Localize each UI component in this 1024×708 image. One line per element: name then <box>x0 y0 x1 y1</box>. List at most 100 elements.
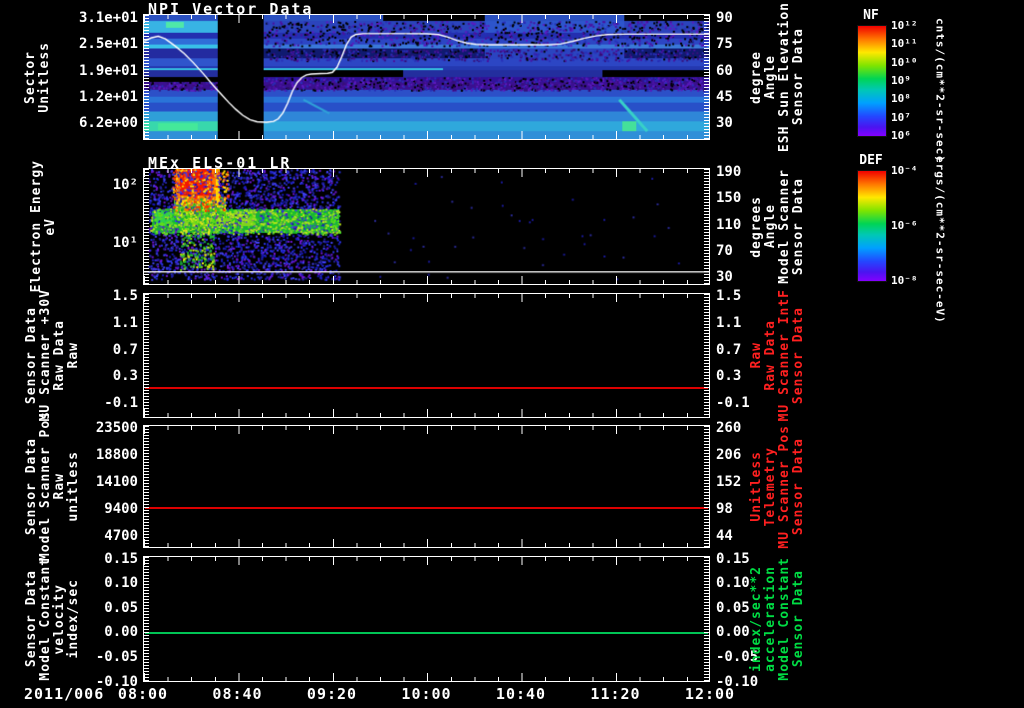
panel-5-right-ylabel-line: acceleration <box>763 566 778 672</box>
panel-2-ylabel-line: eV <box>43 217 58 236</box>
panel-5-content <box>144 557 709 681</box>
panel-4-left-axis-ticks <box>144 426 149 547</box>
panel-3-ylabel-line: MU Scanner +30V <box>38 289 53 422</box>
panel-4-bottom-ticks <box>144 543 709 547</box>
panel-1-ytick-label: 1.2e+01 <box>78 89 138 106</box>
time-tick-label: 10:40 <box>495 685 547 703</box>
panel-3-left-axis-ticks <box>144 294 149 417</box>
panel-4-plot-area <box>143 425 710 548</box>
nf-colorbar-tick: 10¹¹ <box>891 37 918 51</box>
panel-1-right-ylabel: Sensor Data ESH Sun Elevation Angle degree <box>747 2 809 152</box>
panel-4-right-ylabel-line: Sensor Data <box>791 437 806 536</box>
panel-5-ylabel-line: Sensor Data <box>24 570 39 668</box>
time-tick-label: 11:20 <box>590 685 641 703</box>
panel-2-right-ylabel-line: Angle <box>763 204 778 249</box>
panel-2-spectrogram <box>144 169 709 284</box>
def-colorbar-units-text: ergs/(cm**2-sr-sec-eV) <box>933 156 947 324</box>
def-colorbar-tick: 10⁻⁸ <box>891 274 918 287</box>
panel-5-right-ylabel: Sensor Data Model Constant acceleration ind… <box>747 556 809 682</box>
panel-1-ytick-label: 6.2e+00 <box>78 114 138 131</box>
panel-1-right-ylabel-line: ESH Sun Elevation <box>777 1 792 153</box>
panel-3-top-ticks <box>144 294 709 302</box>
panel-4-right-ylabel-line: MU Scanner Pos <box>777 424 792 549</box>
time-tick-label: 12:00 <box>684 685 736 703</box>
panel-4-right-axis-ticks <box>704 426 709 547</box>
plot-tool-screen: NPI Vector Data 3.1e+01 2.5e+01 1.9e+01 1.2e… <box>0 0 1024 708</box>
panel-3-right-ylabel-line: Raw Data <box>763 320 778 391</box>
panel-4-data-line <box>145 507 708 509</box>
def-colorbar-name: DEF <box>859 153 883 168</box>
def-colorbar-units: ergs/(cm**2-sr-sec-eV) <box>928 156 952 324</box>
nf-colorbar <box>857 25 887 137</box>
panel-5-data-line <box>145 632 708 634</box>
panel-4-right-ylabel-line: Unitless <box>749 451 764 522</box>
panel-4-ylabel: Sensor Data Model Scanner Pos Raw unitless <box>24 411 81 561</box>
panel-3-ylabel-line: Sensor Data <box>24 306 39 405</box>
panel-3-data-line <box>145 387 708 389</box>
nf-colorbar-tick: 10⁶ <box>891 129 911 142</box>
panel-4-right-ylabel-line: Telemetry <box>763 446 778 527</box>
panel-1-right-ylabel-line: Angle <box>763 54 778 100</box>
nf-colorbar-tick: 10⁸ <box>891 92 911 106</box>
panel-2-ylabel: Electron Energy eV <box>22 160 66 292</box>
panel-2-ylabel-line: Electron Energy <box>29 160 44 293</box>
nf-colorbar-tick: 10⁷ <box>891 110 911 124</box>
panel-2-content <box>144 169 709 284</box>
nf-colorbar-name: NF <box>863 8 879 23</box>
panel-1-title: NPI Vector Data <box>148 0 314 18</box>
panel-5-plot-area <box>143 556 710 682</box>
panel-1-ylabel-line: Unitless <box>37 41 52 113</box>
panel-3-bottom-ticks <box>144 409 709 417</box>
panel-3-plot-area <box>143 293 710 418</box>
panel-5-bottom-ticks <box>144 673 709 681</box>
panel-4-ylabel-line: Model Scanner Pos <box>38 411 53 562</box>
panel-4-ylabel-line: Raw <box>52 473 67 500</box>
panel-2-right-ylabel-line: degrees <box>749 195 764 258</box>
panel-3-ylabel: Sensor Data MU Scanner +30V Raw Data Raw <box>24 289 81 421</box>
panel-5-left-axis-ticks <box>144 557 149 681</box>
panel-2-right-ylabel-line: Sensor Data <box>791 177 806 276</box>
panel-4-top-ticks <box>144 426 709 430</box>
panel-1-right-ylabel-line: degree <box>749 50 764 104</box>
time-tick-label: 09:20 <box>306 685 358 703</box>
panel-2-plot-area <box>143 168 710 285</box>
panel-3-content <box>144 294 709 417</box>
panel-3-ylabel-line: Raw Data <box>52 320 67 391</box>
panel-1-content <box>144 15 709 139</box>
panel-3-top-ticks <box>144 294 709 298</box>
panel-1-ytick-label: 2.5e+01 <box>78 35 138 52</box>
panel-5-top-ticks <box>144 557 709 561</box>
panel-5-top-ticks <box>144 557 709 565</box>
nf-colorbar-tick: 10¹² <box>891 19 918 32</box>
def-colorbar <box>857 170 887 282</box>
panel-3-right-axis-ticks <box>704 294 709 417</box>
def-colorbar-tick: 10⁻⁶ <box>891 219 918 232</box>
panel-5-right-axis-ticks <box>704 557 709 681</box>
panel-2-ytick-label: 10¹ <box>112 234 138 251</box>
panel-3-ylabel-line: Raw <box>66 342 81 369</box>
panel-1-ylabel: Sector Unitless <box>14 14 62 140</box>
panel-4-top-ticks <box>144 426 709 434</box>
panel-4-bottom-ticks <box>144 539 709 547</box>
panel-2-title: MEx ELS-01 LR <box>148 154 292 172</box>
date-label: 2011/006 <box>24 685 105 703</box>
panel-5-right-ylabel-line: Model Constant <box>777 557 792 681</box>
nf-colorbar-units-text: cnts/(cm**2-sr-sec) <box>933 17 947 163</box>
time-tick-label: 08:00 <box>117 685 169 703</box>
def-colorbar-tick: 10⁻⁴ <box>891 164 918 177</box>
time-tick-label: 08:40 <box>212 685 263 703</box>
panel-5-ylabel-line: velocity <box>52 583 67 655</box>
panel-3-right-ylabel-line: Sensor Data <box>791 306 806 405</box>
panel-1-plot-area <box>143 14 710 140</box>
panel-5-ylabel-line: index/sec <box>66 579 81 659</box>
panel-5-right-ylabel-line: Sensor Data <box>791 570 806 668</box>
panel-4-content <box>144 426 709 547</box>
panel-1-right-ylabel-line: Sensor Data <box>791 28 806 126</box>
panel-3-bottom-ticks <box>144 413 709 417</box>
nf-colorbar-units: cnts/(cm**2-sr-sec) <box>928 15 952 165</box>
panel-2-right-ylabel-line: Model Scanner <box>777 169 792 284</box>
time-tick-label: 10:00 <box>401 685 452 703</box>
panel-5-ylabel-line: Model Constant <box>38 557 53 681</box>
panel-1-spectrogram <box>144 15 709 139</box>
panel-3-right-ylabel-line: MU Scanner IntF <box>777 289 792 422</box>
